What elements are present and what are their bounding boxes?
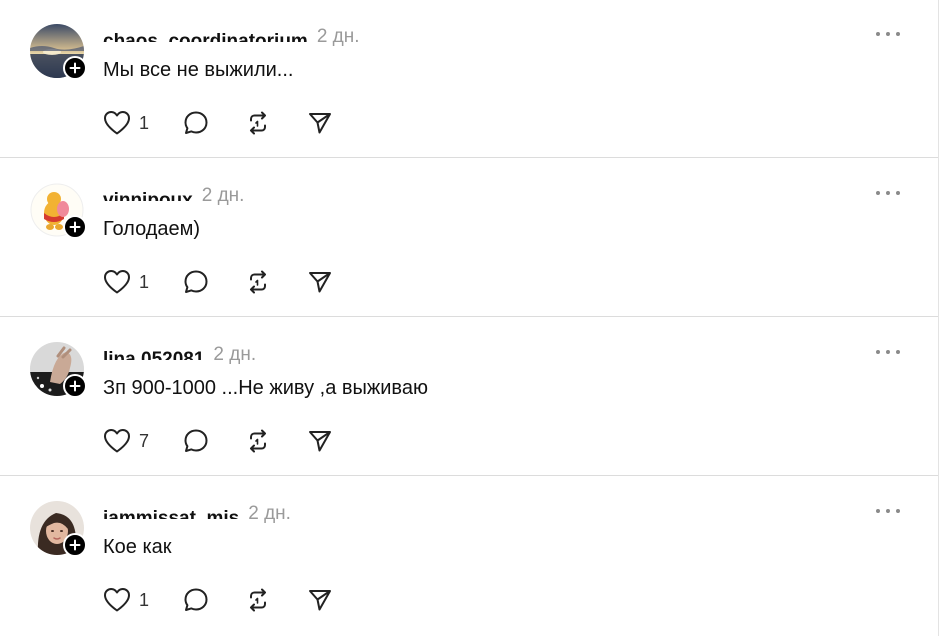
more-icon[interactable]	[876, 185, 900, 201]
avatar[interactable]	[30, 342, 88, 400]
post-item: iammissat_mis 2 дн. Кое как 1	[0, 477, 938, 635]
heart-icon	[104, 588, 130, 612]
post-timestamp: 2 дн.	[201, 185, 245, 206]
comment-icon	[184, 111, 208, 134]
share-button[interactable]	[307, 110, 337, 136]
thread-feed: chaos_coordinatorium 2 дн. Мы все не выж…	[0, 0, 939, 636]
like-button[interactable]: 1	[103, 587, 183, 613]
post-actions: 1	[103, 109, 337, 137]
like-button[interactable]: 1	[103, 269, 183, 295]
username[interactable]: lina.052081	[103, 346, 204, 360]
share-button[interactable]	[307, 587, 337, 613]
post-item: chaos_coordinatorium 2 дн. Мы все не выж…	[0, 0, 938, 158]
repost-icon	[250, 111, 266, 135]
more-icon[interactable]	[876, 503, 900, 519]
send-icon	[309, 590, 331, 611]
reply-button[interactable]	[183, 110, 245, 136]
post-actions: 7	[103, 427, 337, 455]
post-header: iammissat_mis 2 дн.	[103, 502, 291, 526]
follow-plus-icon[interactable]	[63, 56, 87, 80]
heart-icon	[104, 111, 130, 135]
more-icon[interactable]	[876, 344, 900, 360]
share-button[interactable]	[307, 269, 337, 295]
follow-plus-icon[interactable]	[63, 215, 87, 239]
like-button[interactable]: 7	[103, 428, 183, 454]
post-header: lina.052081 2 дн.	[103, 343, 256, 367]
post-text: Кое как	[103, 536, 172, 558]
username[interactable]: chaos_coordinatorium	[103, 28, 308, 42]
avatar[interactable]	[30, 183, 88, 241]
repost-icon	[250, 270, 266, 294]
post-header: chaos_coordinatorium 2 дн.	[103, 25, 360, 49]
like-count: 1	[139, 112, 150, 133]
more-icon[interactable]	[876, 26, 900, 42]
heart-icon	[104, 270, 130, 294]
repost-button[interactable]	[245, 428, 307, 454]
repost-button[interactable]	[245, 269, 307, 295]
follow-plus-icon[interactable]	[63, 533, 87, 557]
repost-button[interactable]	[245, 110, 307, 136]
avatar[interactable]	[30, 24, 88, 82]
post-timestamp: 2 дн.	[213, 344, 257, 365]
username[interactable]: vinnipoux	[103, 187, 193, 201]
post-actions: 1	[103, 586, 337, 614]
like-count: 1	[139, 589, 150, 610]
comment-icon	[184, 270, 208, 293]
follow-plus-icon[interactable]	[63, 374, 87, 398]
reply-button[interactable]	[183, 269, 245, 295]
like-count: 1	[139, 271, 150, 292]
repost-icon	[250, 429, 266, 453]
heart-icon	[104, 429, 130, 453]
post-text: Голодаем)	[103, 218, 201, 240]
share-button[interactable]	[307, 428, 337, 454]
like-button[interactable]: 1	[103, 110, 183, 136]
reply-button[interactable]	[183, 587, 245, 613]
avatar[interactable]	[30, 501, 88, 559]
send-icon	[309, 431, 331, 452]
post-timestamp: 2 дн.	[248, 503, 291, 524]
post-actions: 1	[103, 268, 337, 296]
send-icon	[309, 272, 331, 293]
post-item: lina.052081 2 дн. Зп 900-1000 ...Не живу…	[0, 318, 938, 476]
comment-icon	[184, 588, 208, 611]
repost-button[interactable]	[245, 587, 307, 613]
repost-icon	[250, 588, 266, 612]
send-icon	[309, 113, 331, 134]
post-text: Зп 900-1000 ...Не живу ,а выживаю	[103, 377, 428, 399]
comment-icon	[184, 429, 208, 452]
post-timestamp: 2 дн.	[316, 26, 360, 47]
reply-button[interactable]	[183, 428, 245, 454]
username[interactable]: iammissat_mis	[103, 505, 239, 519]
like-count: 7	[139, 430, 150, 451]
post-text: Мы все не выжили...	[103, 59, 294, 81]
post-item: vinnipoux 2 дн. Голодаем) 1	[0, 159, 938, 317]
post-header: vinnipoux 2 дн.	[103, 184, 244, 208]
